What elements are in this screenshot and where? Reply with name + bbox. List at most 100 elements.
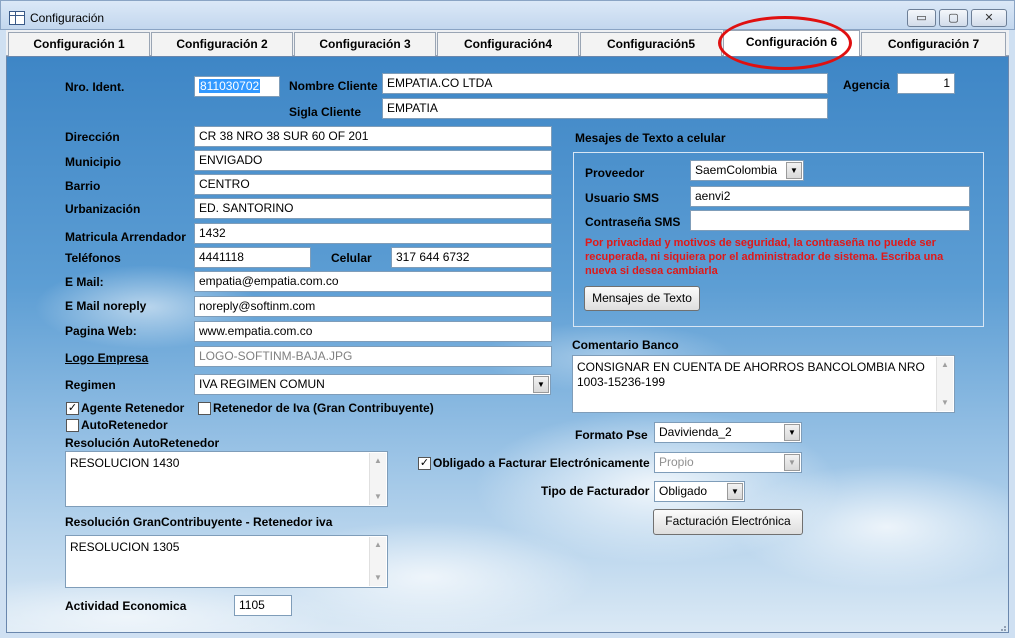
chevron-down-icon[interactable]: ▼ <box>784 454 800 471</box>
sigla-cliente-input[interactable]: EMPATIA <box>382 98 828 119</box>
proveedor-select[interactable]: SaemColombia ▼ <box>690 160 804 181</box>
formato-pse-select[interactable]: Davivienda_2 ▼ <box>654 422 802 443</box>
mensajes-texto-button[interactable]: Mensajes de Texto <box>584 286 700 311</box>
resolucion-gran-label: Resolución GranContribuyente - Retenedor… <box>65 515 333 529</box>
tipo-facturador-value: Obligado <box>659 484 708 498</box>
celular-input[interactable]: 317 644 6732 <box>391 247 552 268</box>
close-button[interactable]: ✕ <box>971 9 1007 27</box>
matricula-input[interactable]: 1432 <box>194 223 552 244</box>
proveedor-label: Proveedor <box>585 166 645 180</box>
email-noreply-label: E Mail noreply <box>65 299 147 313</box>
municipio-input[interactable]: ENVIGADO <box>194 150 552 171</box>
resize-grip-icon[interactable] <box>997 622 1007 632</box>
contrasena-sms-label: Contraseña SMS <box>585 215 681 229</box>
scrollbar[interactable]: ▲ ▼ <box>936 357 953 411</box>
agente-retenedor-label: Agente Retenedor <box>81 401 185 415</box>
pagina-web-label: Pagina Web: <box>65 324 137 338</box>
obligado-facturar-checkbox[interactable]: ✓ <box>418 457 431 470</box>
comentario-banco-label: Comentario Banco <box>572 338 679 352</box>
chevron-down-icon[interactable]: ▼ <box>533 376 549 393</box>
scroll-down-icon[interactable]: ▼ <box>370 570 386 586</box>
resolucion-auto-value: RESOLUCION 1430 <box>70 456 180 470</box>
direccion-input[interactable]: CR 38 NRO 38 SUR 60 OF 201 <box>194 126 552 147</box>
matricula-label: Matricula Arrendador <box>65 230 186 244</box>
resolucion-gran-value: RESOLUCION 1305 <box>70 540 180 554</box>
usuario-sms-input[interactable]: aenvi2 <box>690 186 970 207</box>
obligado-facturar-select[interactable]: Propio ▼ <box>654 452 802 473</box>
chevron-down-icon[interactable]: ▼ <box>786 162 802 179</box>
sigla-cliente-label: Sigla Cliente <box>289 105 362 119</box>
nombre-cliente-input[interactable]: EMPATIA.CO LTDA <box>382 73 828 94</box>
tab-configuracion-3[interactable]: Configuración 3 <box>294 32 436 56</box>
nro-ident-input[interactable]: 811030702 <box>194 76 280 97</box>
autoretenedor-label: AutoRetenedor <box>81 418 168 432</box>
comentario-banco-value: CONSIGNAR EN CUENTA DE AHORROS BANCOLOMB… <box>577 360 925 389</box>
formato-pse-value: Davivienda_2 <box>659 425 732 439</box>
urbanizacion-label: Urbanización <box>65 202 141 216</box>
logo-empresa-input[interactable]: LOGO-SOFTINM-BAJA.JPG <box>194 346 552 367</box>
tipo-facturador-select[interactable]: Obligado ▼ <box>654 481 745 502</box>
contrasena-sms-input[interactable] <box>690 210 970 231</box>
tipo-facturador-label: Tipo de Facturador <box>541 484 650 498</box>
agente-retenedor-checkbox[interactable]: ✓ <box>66 402 79 415</box>
autoretenedor-checkbox[interactable] <box>66 419 79 432</box>
table-icon <box>9 11 25 25</box>
chevron-down-icon[interactable]: ▼ <box>727 483 743 500</box>
resolucion-auto-label: Resolución AutoRetenedor <box>65 436 220 450</box>
proveedor-value: SaemColombia <box>695 163 778 177</box>
scroll-up-icon[interactable]: ▲ <box>370 537 386 553</box>
pagina-web-input[interactable]: www.empatia.com.co <box>194 321 552 342</box>
urbanizacion-input[interactable]: ED. SANTORINO <box>194 198 552 219</box>
regimen-value: IVA REGIMEN COMUN <box>199 377 325 391</box>
tab-configuracion-6[interactable]: Configuración 6 <box>723 30 860 57</box>
retenedor-iva-label: Retenedor de Iva (Gran Contribuyente) <box>213 401 434 415</box>
obligado-facturar-label: Obligado a Facturar Electrónicamente <box>433 456 650 470</box>
scroll-down-icon[interactable]: ▼ <box>370 489 386 505</box>
municipio-label: Municipio <box>65 155 121 169</box>
celular-label: Celular <box>331 251 372 265</box>
nro-ident-value: 811030702 <box>199 79 261 93</box>
email-noreply-input[interactable]: noreply@softinm.com <box>194 296 552 317</box>
actividad-label: Actividad Economica <box>65 599 187 613</box>
scroll-up-icon[interactable]: ▲ <box>370 453 386 469</box>
tab-configuracion-4[interactable]: Configuración4 <box>437 32 579 56</box>
retenedor-iva-checkbox[interactable] <box>198 402 211 415</box>
usuario-sms-label: Usuario SMS <box>585 191 660 205</box>
direccion-label: Dirección <box>65 130 120 144</box>
minimize-button[interactable]: ▭ <box>907 9 936 27</box>
sms-group-title: Mesajes de Texto a celular <box>575 131 726 145</box>
logo-empresa-link[interactable]: Logo Empresa <box>65 351 148 365</box>
telefonos-label: Teléfonos <box>65 251 121 265</box>
maximize-button[interactable]: ▢ <box>939 9 968 27</box>
title-bar <box>0 0 1015 30</box>
tab-configuracion-1[interactable]: Configuración 1 <box>8 32 150 56</box>
email-input[interactable]: empatia@empatia.com.co <box>194 271 552 292</box>
scrollbar[interactable]: ▲ ▼ <box>369 537 386 586</box>
scrollbar[interactable]: ▲ ▼ <box>369 453 386 505</box>
scroll-up-icon[interactable]: ▲ <box>937 357 953 373</box>
email-label: E Mail: <box>65 275 104 289</box>
agencia-label: Agencia <box>843 78 890 92</box>
chevron-down-icon[interactable]: ▼ <box>784 424 800 441</box>
window-title: Configuración <box>30 11 105 25</box>
regimen-select[interactable]: IVA REGIMEN COMUN ▼ <box>194 374 551 395</box>
barrio-input[interactable]: CENTRO <box>194 174 552 195</box>
telefonos-input[interactable]: 4441118 <box>194 247 311 268</box>
actividad-input[interactable]: 1105 <box>234 595 292 616</box>
barrio-label: Barrio <box>65 179 101 193</box>
scroll-down-icon[interactable]: ▼ <box>937 395 953 411</box>
tab-configuracion-5[interactable]: Configuración5 <box>580 32 722 56</box>
formato-pse-label: Formato Pse <box>575 428 648 442</box>
facturacion-electronica-button[interactable]: Facturación Electrónica <box>653 509 803 535</box>
regimen-label: Regimen <box>65 378 116 392</box>
agencia-input[interactable]: 1 <box>897 73 955 94</box>
tab-configuracion-7[interactable]: Configuración 7 <box>861 32 1006 56</box>
resolucion-auto-textarea[interactable]: RESOLUCION 1430 ▲ ▼ <box>65 451 388 507</box>
obligado-facturar-value: Propio <box>659 455 694 469</box>
sms-warning-text: Por privacidad y motivos de seguridad, l… <box>585 237 944 277</box>
nro-ident-label: Nro. Ident. <box>65 80 125 94</box>
comentario-banco-textarea[interactable]: CONSIGNAR EN CUENTA DE AHORROS BANCOLOMB… <box>572 355 955 413</box>
resolucion-gran-textarea[interactable]: RESOLUCION 1305 ▲ ▼ <box>65 535 388 588</box>
tab-configuracion-2[interactable]: Configuración 2 <box>151 32 293 56</box>
nombre-cliente-label: Nombre Cliente <box>289 79 378 93</box>
